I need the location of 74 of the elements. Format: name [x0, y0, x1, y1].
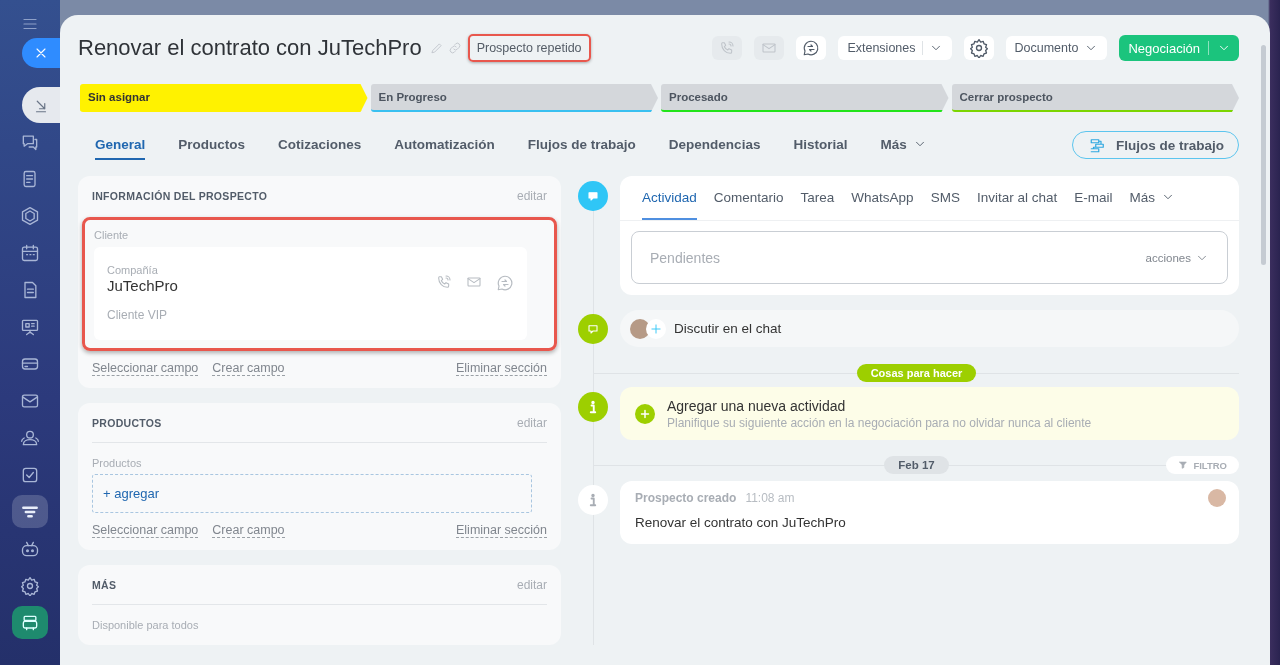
- actions-dropdown[interactable]: acciones: [1145, 250, 1209, 265]
- new-activity-hint: Planifique su siguiente acción en la negociación para no olvidar nunca al cliente: [667, 415, 1092, 430]
- tab[interactable]: Automatización: [394, 130, 495, 160]
- tab[interactable]: Productos: [178, 130, 246, 160]
- stage-step[interactable]: Sin asignar: [80, 84, 368, 112]
- tab[interactable]: General: [95, 130, 146, 160]
- tab[interactable]: Flujos de trabajo: [527, 130, 636, 160]
- event-title: Prospecto creado: [635, 491, 737, 505]
- tab[interactable]: Historial: [793, 130, 848, 160]
- section-title: MÁS: [92, 579, 117, 591]
- field-link[interactable]: Seleccionar campo: [92, 523, 199, 538]
- activity-tab[interactable]: Tarea: [800, 176, 835, 220]
- new-activity-card[interactable]: Agregar una nueva actividad Planifique su siguiente acción en la negociación para no olvidar nunca al cliente: [620, 387, 1239, 440]
- discuss-in-chat-button[interactable]: Discutir en el chat: [620, 310, 1239, 347]
- client-note: Cliente VIP: [107, 308, 169, 322]
- event-time: 11:08 am: [745, 491, 795, 505]
- field-label: Compañía: [107, 264, 159, 276]
- todo-badge: Cosas para hacer: [856, 364, 977, 382]
- close-button[interactable]: [22, 38, 60, 68]
- pending-field[interactable]: Pendientes acciones: [631, 231, 1228, 284]
- stage-step[interactable]: Cerrar prospecto: [951, 84, 1239, 112]
- stage-step[interactable]: En Progreso: [370, 84, 658, 112]
- company-name[interactable]: JuTechPro: [107, 277, 178, 294]
- funnel-icon: [1178, 460, 1189, 470]
- avatar: [1208, 489, 1226, 507]
- extensions-button[interactable]: Extensiones: [838, 36, 952, 60]
- app-button[interactable]: [12, 606, 48, 639]
- pencil-icon: [429, 41, 444, 55]
- activity-tab[interactable]: Actividad: [642, 176, 697, 220]
- calendar-icon: [20, 242, 40, 263]
- avatar: [630, 318, 650, 339]
- remove-section-link[interactable]: Eliminar sección: [456, 523, 547, 538]
- activity-tab[interactable]: E-mail: [1074, 176, 1113, 220]
- tab[interactable]: Más: [880, 130, 927, 160]
- collapse-button[interactable]: [22, 87, 60, 123]
- mail-icon: [466, 274, 482, 290]
- chat-icon: [496, 274, 514, 292]
- add-product-field[interactable]: + agregar: [92, 474, 532, 513]
- gear-icon: [968, 38, 989, 58]
- gear-icon: [20, 575, 40, 596]
- remove-section-link[interactable]: Eliminar sección: [456, 361, 547, 376]
- page-title: Renovar el contrato con JuTechPro: [78, 35, 422, 61]
- section-title: INFORMACIÓN DEL PROSPECTO: [92, 190, 268, 202]
- link-icon: [447, 41, 462, 55]
- plus-icon: [649, 321, 663, 336]
- tab[interactable]: Cotizaciones: [278, 130, 362, 160]
- chat-icon: [802, 39, 821, 57]
- new-activity-title: Agregar una nueva actividad: [667, 397, 847, 414]
- event-text: Renovar el contrato con JuTechPro: [635, 515, 847, 530]
- activity-tab[interactable]: Comentario: [713, 176, 784, 220]
- sidebar-item[interactable]: [12, 495, 48, 528]
- activity-tab[interactable]: SMS: [930, 176, 960, 220]
- tab[interactable]: Dependencias: [668, 130, 761, 160]
- phone-icon: [436, 274, 452, 290]
- section-title: PRODUCTOS: [92, 417, 162, 429]
- settings-button[interactable]: [963, 36, 994, 60]
- repeat-lead-badge: Prospecto repetido: [467, 34, 591, 62]
- hexagon-icon: [20, 205, 40, 226]
- workflow-icon: [1089, 136, 1107, 154]
- field-link[interactable]: Seleccionar campo: [92, 361, 199, 376]
- activity-tab[interactable]: Más: [1129, 176, 1175, 220]
- field-label: Cliente: [94, 229, 130, 241]
- chat-button[interactable]: [796, 36, 827, 60]
- field-link[interactable]: Crear campo: [212, 361, 285, 376]
- activity-tab[interactable]: Invitar al chat: [976, 176, 1058, 220]
- activity-tab[interactable]: WhatsApp: [851, 176, 914, 220]
- field-label: Disponible para todos: [92, 619, 200, 631]
- date-label: Feb 17: [884, 456, 949, 474]
- mail-icon: [761, 40, 778, 56]
- field-link[interactable]: Crear campo: [212, 523, 285, 538]
- phone-icon: [719, 40, 736, 56]
- stage-step[interactable]: Procesado: [661, 84, 949, 112]
- field-label: Productos: [92, 457, 143, 469]
- document-button[interactable]: Documento: [1005, 36, 1108, 60]
